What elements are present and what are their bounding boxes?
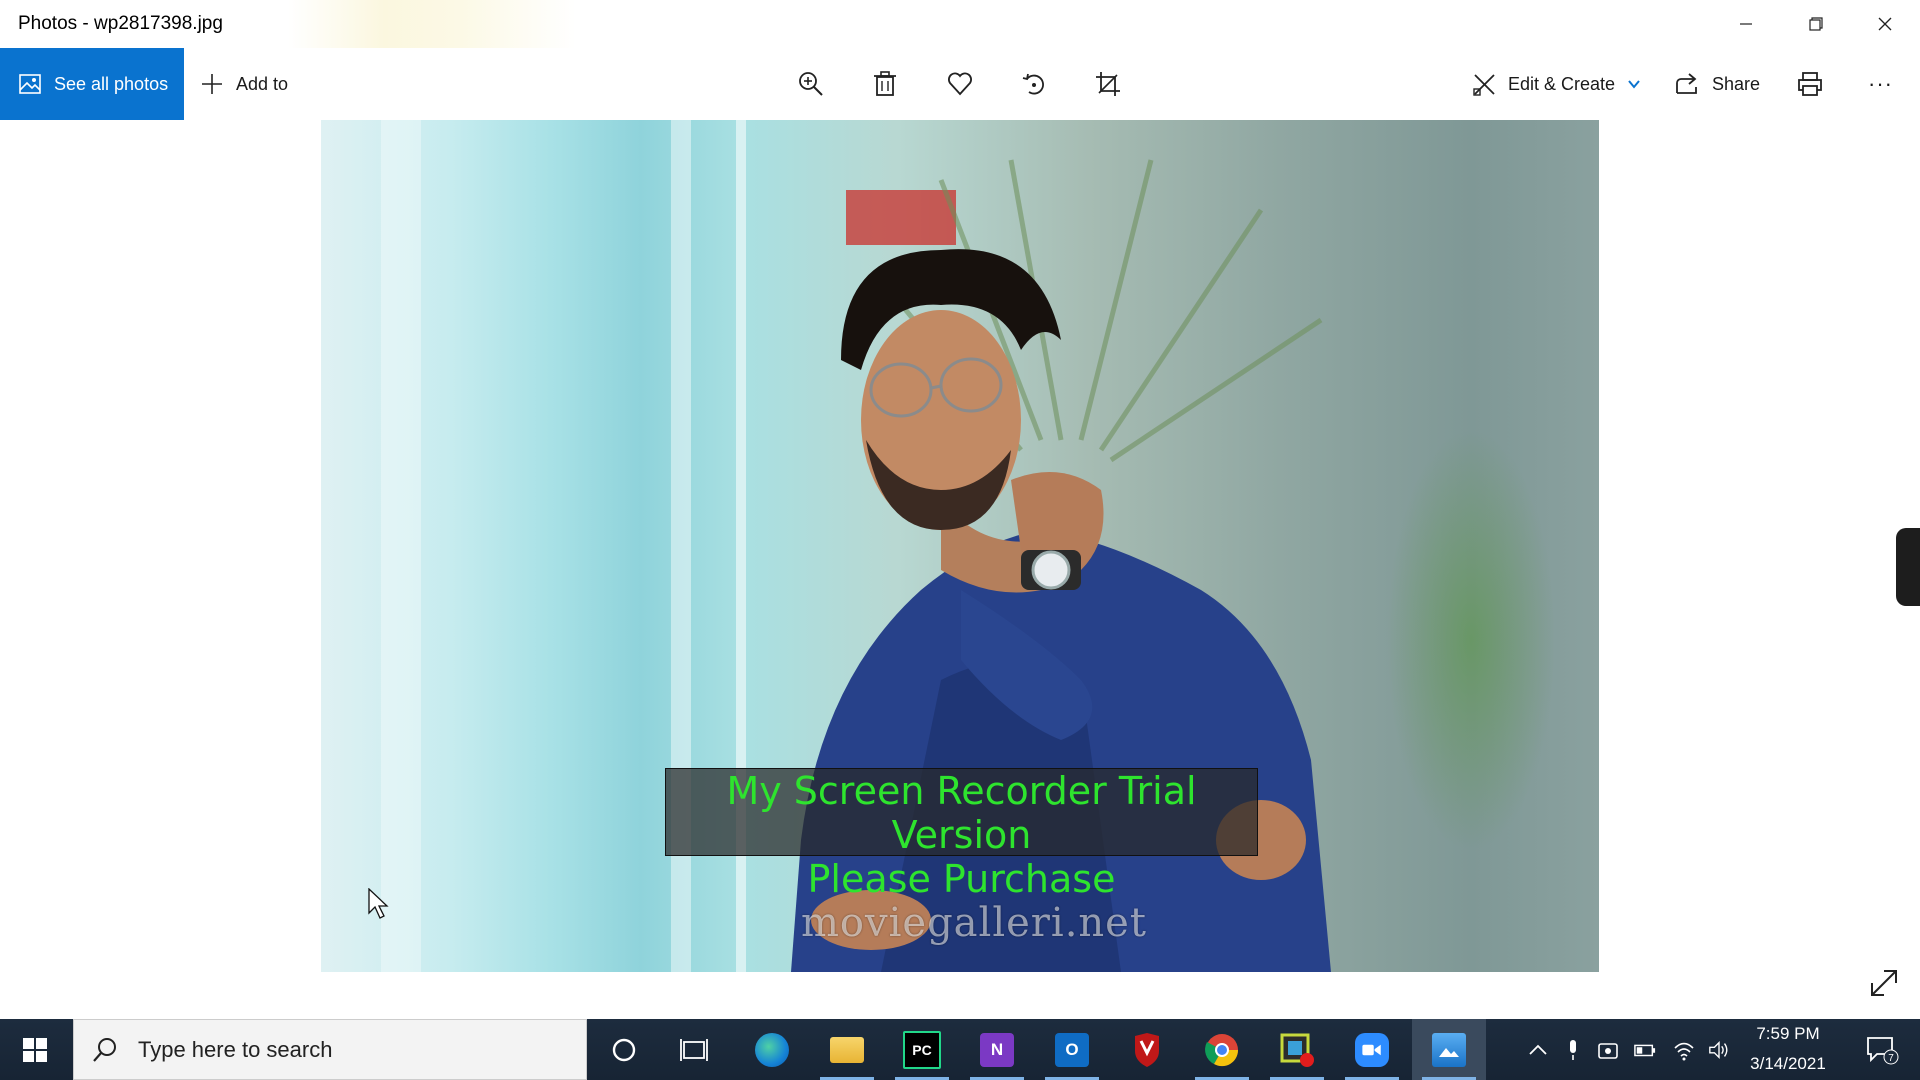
edit-create-button[interactable]: Edit & Create — [1472, 48, 1641, 120]
file-explorer-button[interactable] — [812, 1019, 882, 1080]
wifi-icon — [1674, 1042, 1694, 1060]
battery-button[interactable] — [1628, 1019, 1662, 1080]
screen-recorder-watermark: My Screen Recorder Trial Version Please … — [665, 768, 1258, 901]
screen-recorder-icon — [1280, 1033, 1314, 1067]
add-to-button[interactable]: Add to — [200, 48, 288, 120]
onenote-button[interactable]: N — [962, 1019, 1032, 1080]
action-center-button[interactable]: 7 — [1852, 1019, 1912, 1080]
side-panel-handle[interactable] — [1896, 528, 1920, 606]
windows-logo-icon — [23, 1037, 47, 1062]
microphone-button[interactable] — [1556, 1019, 1590, 1080]
chevron-up-icon — [1529, 1044, 1547, 1055]
task-view-button[interactable] — [659, 1019, 729, 1080]
edge-icon — [755, 1032, 789, 1067]
taskbar-search-box[interactable]: Type here to search — [73, 1019, 587, 1080]
recorder-line-2: Please Purchase — [807, 857, 1116, 901]
file-explorer-icon — [830, 1036, 864, 1063]
close-button[interactable] — [1850, 0, 1920, 48]
toolbar: See all photos Add to Edit & Create Shar… — [0, 48, 1920, 120]
volume-icon — [1709, 1040, 1728, 1059]
print-button[interactable] — [1797, 48, 1823, 120]
cortana-button[interactable] — [589, 1019, 659, 1080]
minimize-icon — [1740, 23, 1752, 25]
favorite-button[interactable] — [942, 66, 978, 102]
start-button[interactable] — [0, 1019, 70, 1080]
mcafee-icon — [1135, 1032, 1159, 1067]
zoom-button[interactable] — [793, 66, 829, 102]
show-hidden-icons-button[interactable] — [1521, 1019, 1555, 1080]
security-icon — [1598, 1042, 1618, 1059]
task-view-icon — [680, 1038, 708, 1061]
clock-time: 7:59 PM — [1756, 1024, 1820, 1043]
window-title: Photos - wp2817398.jpg — [18, 13, 223, 34]
clock-date: 3/14/2021 — [1750, 1054, 1826, 1073]
volume-button[interactable] — [1702, 1019, 1736, 1080]
onenote-icon: N — [980, 1032, 1014, 1067]
search-placeholder: Type here to search — [138, 1036, 333, 1062]
battery-icon — [1634, 1044, 1656, 1056]
security-tray-button[interactable] — [1591, 1019, 1625, 1080]
screen-recorder-button[interactable] — [1262, 1019, 1332, 1080]
title-bar: Photos - wp2817398.jpg — [0, 0, 1920, 48]
rotate-button[interactable] — [1016, 66, 1052, 102]
network-button[interactable] — [1667, 1019, 1701, 1080]
minimize-button[interactable] — [1711, 0, 1781, 48]
share-button[interactable]: Share — [1674, 48, 1760, 120]
mouse-cursor-icon — [368, 888, 389, 919]
see-all-photos-label: See all photos — [54, 73, 169, 94]
edit-create-label: Edit & Create — [1508, 73, 1616, 94]
share-icon — [1676, 73, 1697, 94]
restore-button[interactable] — [1781, 0, 1851, 48]
zoom-icon — [1355, 1032, 1389, 1067]
restore-icon — [1809, 17, 1823, 31]
microphone-icon — [1570, 1039, 1576, 1060]
recorder-line-1: My Screen Recorder Trial Version — [726, 769, 1197, 857]
more-icon: ··· — [1868, 71, 1893, 96]
outlook-button[interactable]: O — [1037, 1019, 1107, 1080]
chrome-icon — [1205, 1033, 1239, 1066]
delete-icon — [874, 71, 896, 96]
plus-icon — [202, 74, 222, 94]
full-screen-button[interactable] — [1866, 965, 1902, 1001]
mcafee-button[interactable] — [1112, 1019, 1182, 1080]
photos-icon — [1432, 1032, 1466, 1067]
expand-icon — [1871, 970, 1897, 996]
notification-count: 7 — [1888, 1053, 1894, 1064]
pycharm-icon: PC — [903, 1030, 941, 1069]
more-options-button[interactable]: ··· — [1868, 48, 1893, 120]
crop-button[interactable] — [1090, 66, 1126, 102]
notification-icon: 7 — [1867, 1036, 1899, 1064]
taskbar: Type here to search PC N O 7:59 PM 3/14/… — [0, 1019, 1920, 1080]
chevron-down-icon — [1628, 80, 1640, 89]
favorite-icon — [948, 72, 972, 96]
system-clock[interactable]: 7:59 PM 3/14/2021 — [1740, 1019, 1836, 1080]
print-icon — [1798, 72, 1822, 96]
watermark-text: moviegalleri.net — [801, 900, 1147, 946]
cortana-icon — [612, 1038, 636, 1061]
edge-button[interactable] — [737, 1019, 807, 1080]
zoom-in-icon — [799, 72, 823, 96]
photos-button[interactable] — [1412, 1019, 1486, 1080]
outlook-icon: O — [1055, 1032, 1089, 1067]
close-icon — [1878, 17, 1892, 31]
zoom-app-button[interactable] — [1337, 1019, 1407, 1080]
pycharm-button[interactable]: PC — [887, 1019, 957, 1080]
share-label: Share — [1712, 73, 1761, 94]
crop-icon — [1096, 72, 1120, 96]
add-to-label: Add to — [236, 73, 289, 94]
search-icon — [93, 1037, 116, 1062]
edit-icon — [1473, 74, 1495, 96]
image-icon — [19, 74, 41, 94]
chrome-button[interactable] — [1187, 1019, 1257, 1080]
see-all-photos-button[interactable]: See all photos — [0, 48, 184, 120]
delete-button[interactable] — [867, 66, 903, 102]
rotate-icon — [1022, 73, 1044, 95]
